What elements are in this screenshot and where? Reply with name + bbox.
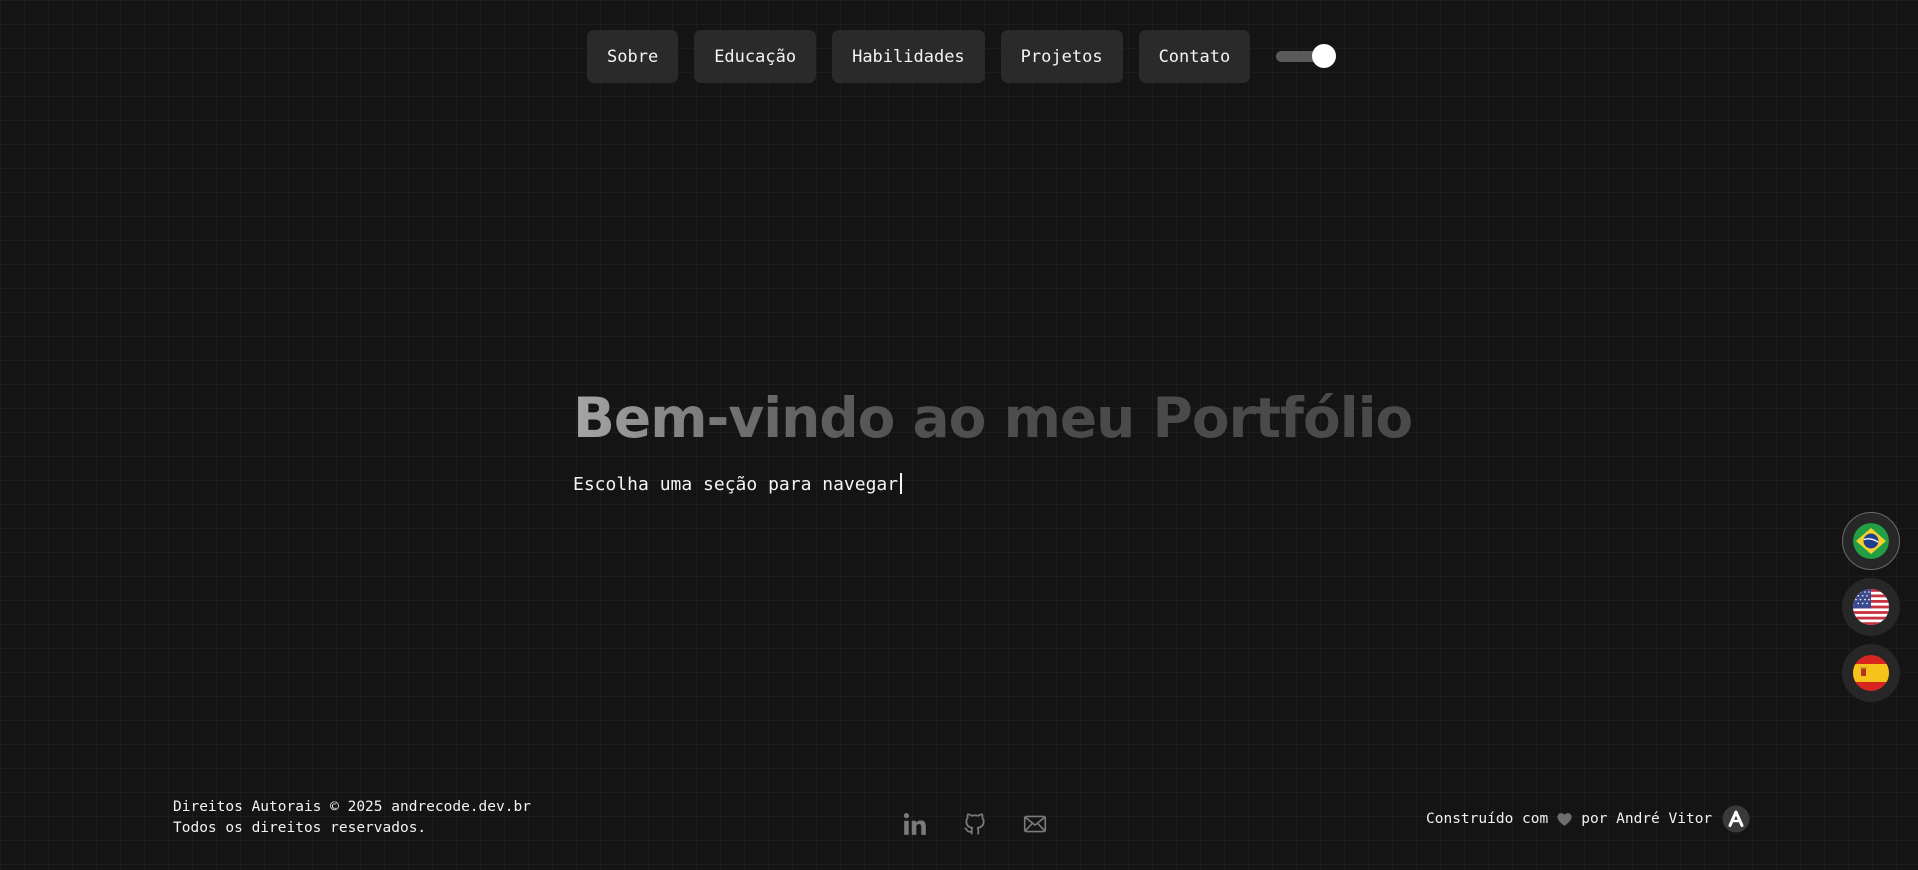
theme-toggle[interactable]: [1276, 30, 1338, 83]
footer-credits: Construído com por André Vitor: [1426, 805, 1750, 833]
nav-button-sobre[interactable]: Sobre: [587, 30, 679, 83]
built-by-text: por André Vitor: [1581, 811, 1713, 827]
language-button-portuguese[interactable]: [1842, 512, 1900, 570]
github-icon: [964, 813, 985, 835]
top-nav: Sobre Educação Habilidades Projetos Cont…: [587, 30, 1338, 83]
logo-a-icon: [1722, 805, 1750, 833]
built-with-text: Construído com: [1426, 811, 1549, 827]
typing-cursor: [900, 473, 903, 494]
language-button-english[interactable]: [1842, 578, 1900, 636]
nav-button-habilidades[interactable]: Habilidades: [832, 30, 985, 83]
copyright-text: Direitos Autorais © 2025 andrecode.dev.b…: [173, 799, 531, 815]
hero-subtitle: Escolha uma seção para navegar: [573, 471, 903, 499]
nav-button-educacao[interactable]: Educação: [694, 30, 817, 83]
email-link[interactable]: [1022, 811, 1048, 837]
nav-button-contato[interactable]: Contato: [1138, 30, 1251, 83]
linkedin-link[interactable]: [902, 811, 928, 837]
spain-flag-icon: [1853, 655, 1889, 691]
brazil-flag-icon: [1853, 523, 1889, 559]
rights-text: Todos os direitos reservados.: [173, 820, 427, 836]
mail-icon: [1023, 815, 1047, 833]
toggle-knob: [1312, 44, 1337, 68]
heart-icon: [1556, 811, 1573, 828]
language-button-spanish[interactable]: [1842, 644, 1900, 702]
usa-flag-icon: [1853, 589, 1889, 625]
github-link[interactable]: [962, 811, 988, 837]
hero-subtitle-text: Escolha uma seção para navegar: [573, 474, 899, 495]
social-links: [902, 811, 1048, 837]
footer-copyright: Direitos Autorais © 2025 andrecode.dev.b…: [173, 797, 531, 839]
nav-button-projetos[interactable]: Projetos: [1000, 30, 1123, 83]
linkedin-icon: [903, 813, 926, 835]
language-switcher: [1842, 512, 1900, 702]
hero-title: Bem-vindo ao meu Portfólio: [573, 380, 1413, 456]
